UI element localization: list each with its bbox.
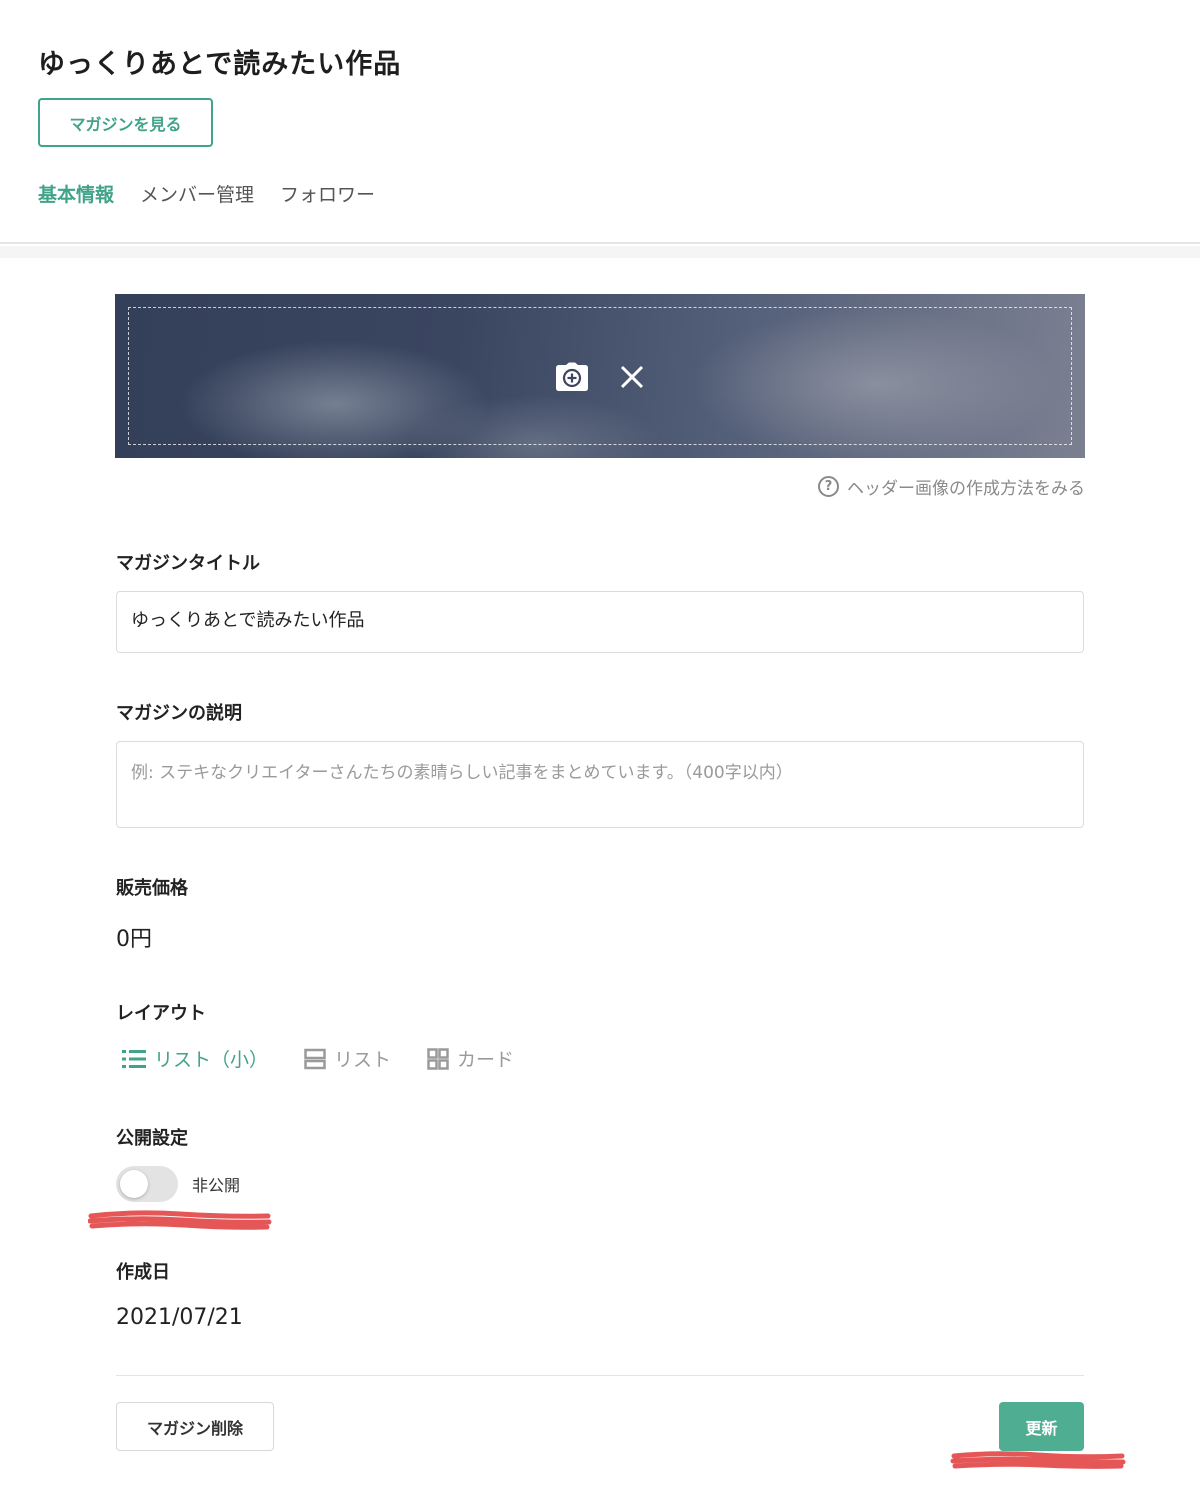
title-input[interactable]: ゆっくりあとで読みたい作品 <box>116 591 1084 653</box>
red-annotation-scribble <box>950 1451 1126 1469</box>
help-link-text: ヘッダー画像の作成方法をみる <box>847 479 1085 499</box>
delete-magazine-button[interactable]: マガジン削除 <box>116 1402 274 1451</box>
visibility-state-text: 非公開 <box>192 1176 241 1195</box>
description-field-label: マガジンの説明 <box>116 703 242 724</box>
grid-icon <box>427 1047 449 1070</box>
red-annotation-scribble <box>88 1210 272 1230</box>
list-small-icon <box>122 1049 146 1068</box>
title-field-label: マガジンタイトル <box>116 553 260 574</box>
layout-option-list-small[interactable]: リスト（小） <box>122 1045 268 1072</box>
camera-add-icon[interactable] <box>555 360 589 394</box>
layout-option-list[interactable]: リスト <box>304 1045 391 1072</box>
layout-option-label: リスト <box>334 1049 392 1071</box>
visibility-setting: 非公開 <box>116 1166 240 1202</box>
view-magazine-button[interactable]: マガジンを見る <box>38 98 213 147</box>
question-circle-icon: ? <box>818 476 839 497</box>
layout-options: リスト（小） リスト カード <box>122 1045 514 1072</box>
created-date-value: 2021/07/21 <box>116 1305 243 1330</box>
update-button[interactable]: 更新 <box>999 1402 1084 1451</box>
visibility-toggle[interactable] <box>116 1166 178 1202</box>
page-title: ゆっくりあとで読みたい作品 <box>38 49 402 80</box>
layout-option-label: リスト（小） <box>154 1049 269 1071</box>
price-label: 販売価格 <box>116 878 188 899</box>
header-separator <box>0 246 1200 258</box>
header-image[interactable] <box>115 294 1085 458</box>
form-divider <box>116 1375 1084 1376</box>
tab-member-management[interactable]: メンバー管理 <box>140 180 254 207</box>
header-image-controls <box>555 360 649 394</box>
tab-bar: 基本情報 メンバー管理 フォロワー <box>38 180 375 207</box>
price-value: 0円 <box>116 927 152 952</box>
header-image-help-link[interactable]: ? ヘッダー画像の作成方法をみる <box>818 474 1085 499</box>
tab-followers[interactable]: フォロワー <box>280 180 375 207</box>
toggle-knob <box>120 1170 148 1198</box>
list-icon <box>304 1048 326 1069</box>
description-textarea[interactable]: 例: ステキなクリエイターさんたちの素晴らしい記事をまとめています。（400字以… <box>116 741 1084 828</box>
layout-option-card[interactable]: カード <box>427 1045 514 1072</box>
magazine-header: ゆっくりあとで読みたい作品 マガジンを見る 基本情報 メンバー管理 フォロワー <box>0 0 1200 244</box>
layout-option-label: カード <box>457 1049 515 1071</box>
created-date-label: 作成日 <box>116 1262 170 1283</box>
layout-label: レイアウト <box>116 1003 206 1024</box>
visibility-label: 公開設定 <box>116 1128 188 1149</box>
close-icon[interactable] <box>615 360 649 394</box>
tab-basic-info[interactable]: 基本情報 <box>38 180 114 207</box>
